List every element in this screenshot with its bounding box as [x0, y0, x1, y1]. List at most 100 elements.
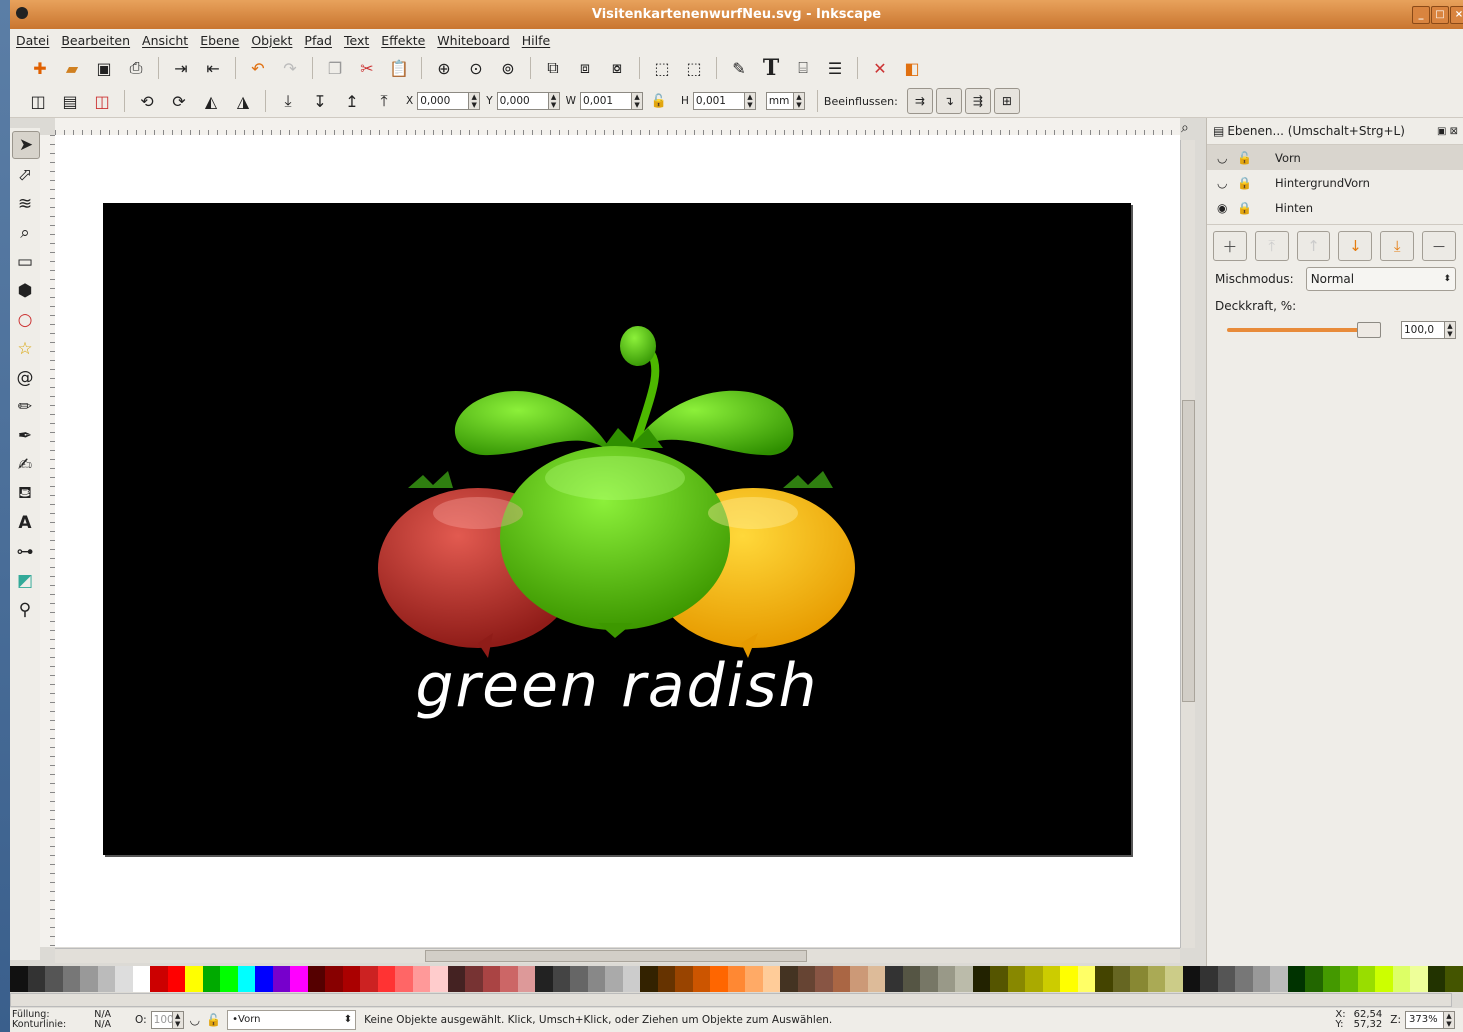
dock-close-icon[interactable]: ▣ ⊠: [1437, 126, 1458, 137]
unlock-icon[interactable]: 🔓: [1237, 151, 1265, 165]
raise-layer-icon[interactable]: ↑: [1296, 231, 1331, 261]
document-properties-icon[interactable]: ◧: [900, 56, 924, 80]
layer-row-hintergrundvorn[interactable]: ◡ 🔒 HintergrundVorn: [1207, 170, 1463, 195]
color-swatch[interactable]: [780, 966, 798, 992]
color-swatch[interactable]: [937, 966, 955, 992]
color-palette[interactable]: [10, 966, 1463, 992]
vertical-ruler[interactable]: [40, 135, 56, 947]
gradient-tool-icon[interactable]: ◩: [12, 568, 38, 594]
color-swatch[interactable]: [1287, 966, 1305, 992]
color-swatch[interactable]: [1165, 966, 1183, 992]
dropper-tool-icon[interactable]: ⚲: [12, 597, 38, 623]
color-swatch[interactable]: [850, 966, 868, 992]
color-swatch[interactable]: [1042, 966, 1060, 992]
pencil-tool-icon[interactable]: ✏: [12, 394, 38, 420]
preferences-icon[interactable]: ✕: [868, 56, 892, 80]
y-stepper[interactable]: ▲ ▼: [548, 92, 560, 110]
color-swatch[interactable]: [692, 966, 710, 992]
opacity-spinbox[interactable]: 100,0 ▲ ▼: [1397, 321, 1456, 339]
vertical-scrollbar[interactable]: [1180, 140, 1195, 948]
w-field[interactable]: 0,001: [580, 92, 633, 110]
color-swatch[interactable]: [552, 966, 570, 992]
clone-icon[interactable]: ⧈: [573, 56, 597, 80]
layer-lock-icon[interactable]: 🔓: [206, 1013, 221, 1027]
affect-corners-toggle[interactable]: ↴: [935, 88, 962, 114]
opacity-slider-handle[interactable]: [1357, 322, 1381, 338]
color-swatch[interactable]: [1182, 966, 1200, 992]
color-swatch[interactable]: [482, 966, 500, 992]
status-opacity-spinbox[interactable]: 100 ▲ ▼: [147, 1011, 184, 1029]
color-swatch[interactable]: [1392, 966, 1410, 992]
tweak-tool-icon[interactable]: ≋: [12, 191, 38, 217]
menu-ebene[interactable]: Ebene: [194, 33, 245, 48]
lower-layer-bottom-icon[interactable]: ⤓: [1380, 231, 1415, 261]
color-swatch[interactable]: [377, 966, 395, 992]
color-swatch[interactable]: [517, 966, 535, 992]
unit-field[interactable]: mm: [765, 92, 794, 110]
color-swatch[interactable]: [885, 966, 903, 992]
spiral-tool-icon[interactable]: @: [12, 365, 38, 391]
w-stepper[interactable]: ▲ ▼: [632, 92, 644, 110]
zoom-page-icon[interactable]: ⊚: [496, 56, 520, 80]
color-swatch[interactable]: [1357, 966, 1375, 992]
menu-text[interactable]: Text: [338, 33, 375, 48]
x-spinbox[interactable]: X 0,000 ▲ ▼: [406, 92, 481, 110]
undo-icon[interactable]: ↶: [246, 56, 270, 80]
color-swatch[interactable]: [1235, 966, 1253, 992]
radish-logo-artwork[interactable]: [103, 203, 1131, 855]
calligraphy-tool-icon[interactable]: ✍: [12, 452, 38, 478]
color-swatch[interactable]: [237, 966, 255, 992]
color-swatch[interactable]: [1445, 966, 1463, 992]
w-spinbox[interactable]: W 0,001 ▲ ▼: [566, 92, 644, 110]
drawing-canvas[interactable]: green radish: [55, 135, 1180, 947]
close-icon[interactable]: ×: [1450, 6, 1463, 24]
paint-bucket-tool-icon[interactable]: ⛾: [12, 481, 38, 507]
affect-stroke-toggle[interactable]: ⇉: [906, 88, 933, 114]
color-swatch[interactable]: [307, 966, 325, 992]
flip-horizontal-icon[interactable]: ◭: [199, 89, 223, 113]
color-swatch[interactable]: [1130, 966, 1148, 992]
menu-whiteboard[interactable]: Whiteboard: [431, 33, 515, 48]
color-swatch[interactable]: [1252, 966, 1270, 992]
text-font-icon[interactable]: T: [759, 55, 783, 81]
menu-effekte[interactable]: Effekte: [375, 33, 431, 48]
visibility-visible-icon[interactable]: ◉: [1217, 201, 1237, 215]
menu-datei[interactable]: Datei: [10, 33, 55, 48]
fill-stroke-indicator[interactable]: Füllung: Konturlinie: N/A N/A: [10, 1010, 111, 1030]
menu-objekt[interactable]: Objekt: [245, 33, 298, 48]
color-swatch[interactable]: [97, 966, 115, 992]
x-field[interactable]: 0,000: [417, 92, 470, 110]
color-swatch[interactable]: [447, 966, 465, 992]
menu-pfad[interactable]: Pfad: [298, 33, 338, 48]
menu-bearbeiten[interactable]: Bearbeiten: [55, 33, 136, 48]
color-swatch[interactable]: [255, 966, 273, 992]
color-swatch[interactable]: [1095, 966, 1113, 992]
color-swatch[interactable]: [622, 966, 640, 992]
rectangle-tool-icon[interactable]: ▭: [12, 249, 38, 275]
color-swatch[interactable]: [465, 966, 483, 992]
lock-icon[interactable]: 🔒: [1237, 201, 1265, 215]
color-swatch[interactable]: [990, 966, 1008, 992]
remove-layer-icon[interactable]: －: [1422, 231, 1456, 261]
color-swatch[interactable]: [605, 966, 623, 992]
color-swatch[interactable]: [342, 966, 360, 992]
color-swatch[interactable]: [710, 966, 728, 992]
layer-row-vorn[interactable]: ◡ 🔓 Vorn: [1207, 145, 1463, 170]
horizontal-scroll-thumb[interactable]: [425, 950, 807, 962]
visibility-hidden-icon[interactable]: ◡: [1217, 176, 1237, 190]
export-icon[interactable]: ⇤: [201, 56, 225, 80]
raise-top-icon[interactable]: ⤒: [372, 89, 396, 113]
zoom-tool-icon[interactable]: ⌕: [12, 220, 38, 246]
color-swatch[interactable]: [45, 966, 63, 992]
align-distribute-icon[interactable]: ☰: [823, 56, 847, 80]
opacity-slider[interactable]: [1227, 322, 1381, 338]
color-swatch[interactable]: [570, 966, 588, 992]
color-swatch[interactable]: [797, 966, 815, 992]
business-card-page[interactable]: green radish: [103, 203, 1131, 855]
color-swatch[interactable]: [1322, 966, 1340, 992]
zoom-corner-icon[interactable]: ⌕: [1181, 120, 1189, 136]
color-swatch[interactable]: [815, 966, 833, 992]
color-swatch[interactable]: [535, 966, 553, 992]
color-swatch[interactable]: [1217, 966, 1235, 992]
color-swatch[interactable]: [657, 966, 675, 992]
